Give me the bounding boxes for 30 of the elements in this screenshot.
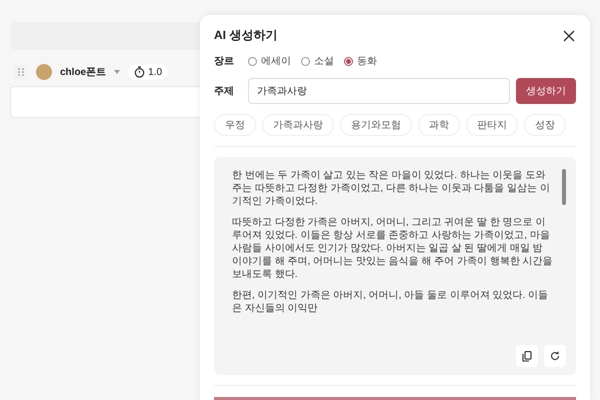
topic-chip[interactable]: 우정 bbox=[214, 114, 256, 136]
refresh-button[interactable] bbox=[544, 345, 566, 367]
topic-label: 주제 bbox=[214, 85, 235, 98]
scrollbar-thumb[interactable] bbox=[562, 169, 566, 205]
result-paragraph: 한편, 이기적인 가족은 아버지, 어머니, 아들 둘로 이루어져 있었다. 이들은 자신들의 이익만 bbox=[232, 289, 550, 315]
drag-handle[interactable] bbox=[14, 65, 28, 79]
topic-chip[interactable]: 판타지 bbox=[466, 114, 518, 136]
result-paragraph: 따뜻하고 다정한 가족은 아버지, 어머니, 그리고 귀여운 딸 한 명으로 이루어져 있었다. 이들은 항상 서로를 존중하고 사랑하는 가족이었고, 마을 사람들 사이에서도 인기가 많았다. 아버지는 일곱 살 된 딸에게 매일 밤 이야기를 해 주며, 어머니는 맛있는 음식을 해 주어 가족이 행복한 시간을 보내도록 했다. bbox=[232, 216, 554, 281]
topic-chip[interactable]: 가족과사랑 bbox=[262, 114, 334, 136]
author-name[interactable]: chloe폰트 bbox=[60, 65, 106, 79]
genre-radio[interactable]: 소설 bbox=[301, 54, 334, 68]
avatar bbox=[36, 64, 52, 80]
topic-chip[interactable]: 용기와모험 bbox=[340, 114, 412, 136]
topic-chip[interactable]: 과학 bbox=[418, 114, 460, 136]
topic-field[interactable]: 가족과사랑 bbox=[248, 78, 510, 104]
copy-icon bbox=[522, 350, 532, 362]
genre-label: 장르 bbox=[214, 55, 235, 68]
refresh-icon bbox=[550, 351, 560, 361]
genre-radio[interactable]: 에세이 bbox=[248, 54, 291, 68]
result-paragraph: 한 번에는 두 가족이 살고 있는 작은 마을이 있었다. 하나는 이웃을 도와주는 따뜻하고 다정한 가족이었고, 다른 하나는 이웃과 다툼을 일삼는 이기적인 가족이었다. bbox=[232, 169, 551, 208]
stopwatch-icon bbox=[134, 66, 146, 78]
close-button[interactable] bbox=[562, 28, 576, 42]
genre-radio[interactable]: 동화 bbox=[344, 54, 377, 68]
caret-icon[interactable] bbox=[114, 70, 120, 74]
generate-button[interactable]: 생성하기 bbox=[516, 78, 576, 104]
timer-value: 1.0 bbox=[148, 66, 162, 78]
dialog-title: AI 생성하기 bbox=[214, 27, 278, 44]
close-icon bbox=[562, 28, 576, 42]
topic-chip[interactable]: 성장 bbox=[524, 114, 566, 136]
copy-button[interactable] bbox=[516, 345, 538, 367]
